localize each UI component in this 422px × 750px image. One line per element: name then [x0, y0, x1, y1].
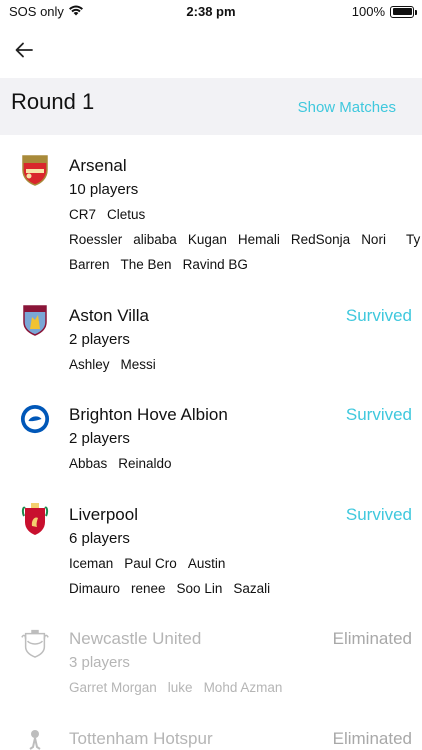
liverpool-crest-icon [20, 502, 50, 536]
status-bar: SOS only 2:38 pm 100% [0, 0, 422, 24]
team-name: Tottenham Hotspur [69, 729, 213, 748]
player-name: RedSonja [290, 232, 351, 247]
status-badge: Survived [345, 306, 412, 325]
player-name: renee [131, 581, 166, 596]
player-row: Dimauro renee Soo Lin Sazali [69, 581, 270, 596]
player-name: luke [167, 680, 193, 695]
player-name: Ty [406, 232, 421, 247]
player-name: Barren [69, 257, 110, 272]
battery-percent: 100% [351, 4, 385, 19]
player-name: Ashley [69, 357, 110, 372]
team-row-newcastle[interactable]: Newcastle United Eliminated 3 players Ga… [0, 609, 422, 709]
player-name: Messi [120, 357, 156, 372]
player-count: 2 players [69, 430, 130, 447]
arsenal-crest-icon [20, 154, 50, 188]
status-badge: Survived [345, 505, 412, 524]
team-row-aston-villa[interactable]: Aston Villa Survived 2 players Ashley Me… [0, 285, 422, 385]
player-name: Sazali [233, 581, 271, 596]
team-row-liverpool[interactable]: Liverpool Survived 6 players Iceman Paul… [0, 485, 422, 609]
player-name: Cletus [107, 207, 146, 222]
player-row: CR7 Cletus [69, 207, 145, 222]
team-row-arsenal[interactable]: Arsenal 10 players CR7 Cletus Roessler a… [0, 135, 422, 285]
player-row: Abbas Reinaldo [69, 456, 172, 471]
player-name: Hemali [237, 232, 280, 247]
player-name: Ravind BG [182, 257, 248, 272]
team-name: Aston Villa [69, 306, 150, 325]
newcastle-crest-icon [20, 627, 50, 661]
player-name: Paul Cro [124, 556, 177, 571]
player-row: Iceman Paul Cro Austin [69, 556, 225, 571]
team-row-tottenham[interactable]: Tottenham Hotspur Eliminated [0, 709, 422, 750]
player-name: CR7 [69, 207, 97, 222]
player-name: The Ben [120, 257, 172, 272]
back-button[interactable] [12, 38, 36, 62]
status-badge: Survived [345, 405, 412, 424]
tottenham-crest-icon [20, 727, 50, 750]
player-name: Kugan [187, 232, 227, 247]
player-name: Nori [361, 232, 386, 247]
team-name: Liverpool [69, 505, 138, 524]
player-count: 3 players [69, 654, 130, 671]
player-row: Roessler alibaba Kugan Hemali RedSonja N… [69, 232, 386, 247]
aston-villa-crest-icon [20, 304, 50, 338]
page-title: Round 1 [11, 89, 95, 114]
player-name: Soo Lin [176, 581, 223, 596]
show-matches-button[interactable]: Show Matches [298, 99, 396, 116]
arrow-left-icon [15, 42, 33, 58]
round-header: Round 1 Show Matches [0, 78, 422, 135]
player-name: Reinaldo [118, 456, 172, 471]
team-name: Arsenal [69, 156, 127, 175]
player-count: 6 players [69, 530, 130, 547]
player-name: Mohd Azman [203, 680, 283, 695]
player-name: Iceman [69, 556, 114, 571]
battery-icon [390, 5, 417, 18]
team-row-brighton[interactable]: Brighton Hove Albion Survived 2 players … [0, 385, 422, 485]
team-name: Newcastle United [69, 629, 202, 648]
player-name: Roessler [69, 232, 123, 247]
player-row: Garret Morgan luke Mohd Azman [69, 680, 282, 695]
player-count: 2 players [69, 331, 130, 348]
status-badge: Eliminated [332, 729, 412, 748]
player-count: 10 players [69, 181, 139, 198]
player-name: Austin [187, 556, 226, 571]
brighton-crest-icon [20, 403, 50, 437]
player-name: Dimauro [69, 581, 121, 596]
player-row: Ashley Messi [69, 357, 156, 372]
player-name: alibaba [133, 232, 177, 247]
team-name: Brighton Hove Albion [69, 405, 228, 424]
player-row: Barren The Ben Ravind BG [69, 257, 248, 272]
player-name: Abbas [69, 456, 108, 471]
player-name: Garret Morgan [69, 680, 157, 695]
status-badge: Eliminated [332, 629, 412, 648]
